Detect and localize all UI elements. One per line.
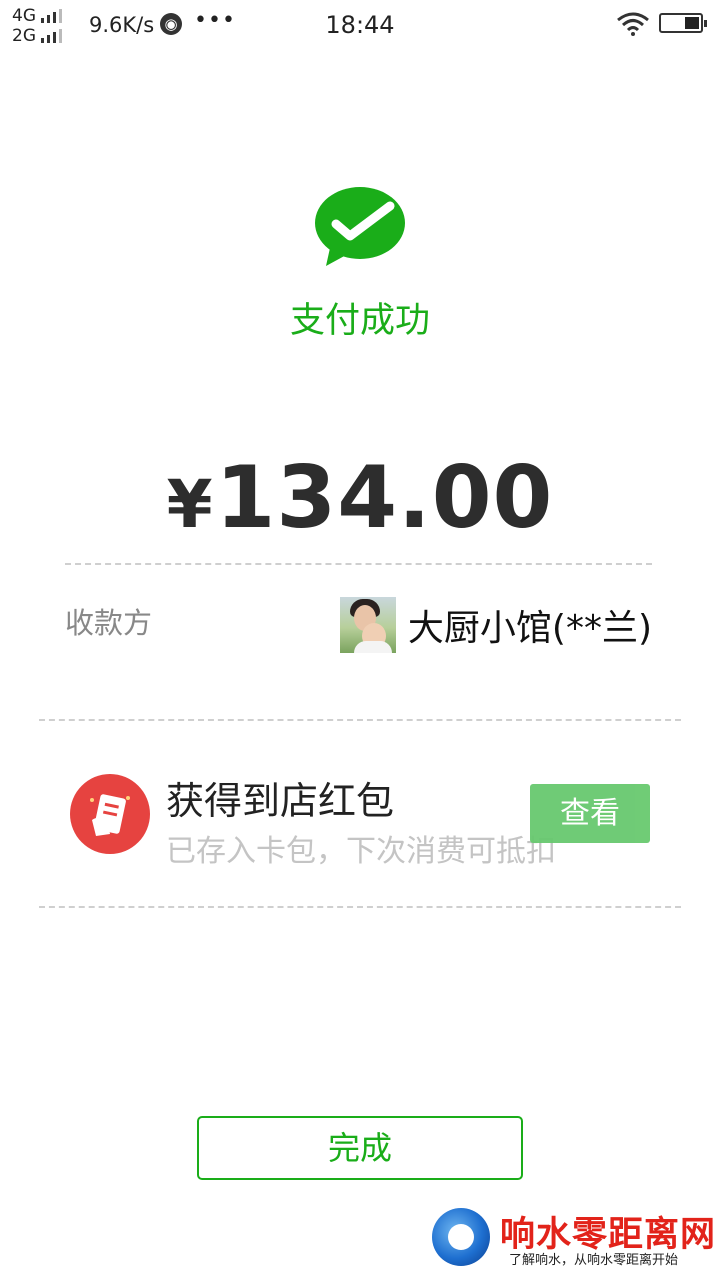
currency-symbol: ¥ bbox=[166, 466, 214, 543]
red-packet-icon bbox=[70, 774, 150, 854]
done-button[interactable]: 完成 bbox=[197, 1116, 523, 1180]
watermark-subtitle: 了解响水，从响水零距离开始 bbox=[509, 1253, 679, 1268]
payment-success-title: 支付成功 bbox=[289, 301, 430, 341]
coupon-subtitle: 已存入卡包，下次消费可抵扣 bbox=[166, 834, 556, 869]
wifi-icon bbox=[617, 12, 649, 36]
divider bbox=[39, 719, 681, 721]
divider bbox=[39, 906, 681, 908]
watermark-logo-icon bbox=[432, 1208, 490, 1266]
coupon-title: 获得到店红包 bbox=[166, 779, 395, 823]
payment-amount: ¥134.00 bbox=[0, 448, 720, 548]
payee-avatar bbox=[339, 597, 396, 653]
payee-label: 收款方 bbox=[65, 606, 153, 640]
status-bar: 4G 2G 9.6K/s ◉ ••• 18:44 bbox=[0, 0, 720, 50]
payee-name: 大厨小馆(**兰) bbox=[407, 608, 652, 649]
amount-value: 134.00 bbox=[215, 448, 554, 548]
wechat-pay-logo-icon bbox=[315, 187, 405, 266]
battery-icon bbox=[659, 13, 707, 33]
payee-info: 大厨小馆(**兰) bbox=[339, 597, 652, 653]
clock: 18:44 bbox=[325, 11, 395, 39]
view-coupon-button[interactable]: 查看 bbox=[530, 784, 650, 843]
divider bbox=[65, 563, 652, 565]
